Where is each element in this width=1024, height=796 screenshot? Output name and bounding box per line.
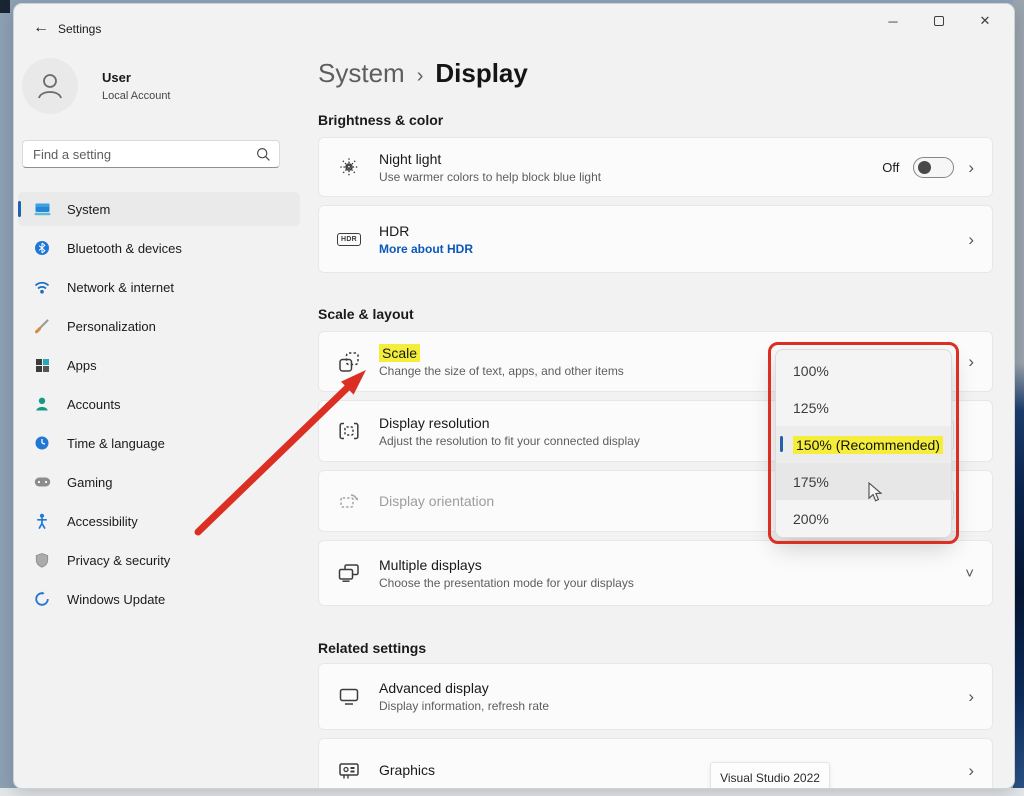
advanced-display-row[interactable]: Advanced display Display information, re… <box>318 663 993 730</box>
sidebar-item-apps[interactable]: Apps <box>18 348 300 382</box>
sidebar-item-accessibility[interactable]: Accessibility <box>18 504 300 538</box>
annotation-red-box <box>768 342 959 544</box>
back-icon: ← <box>33 19 49 37</box>
gaming-icon <box>33 474 51 490</box>
sidebar-item-network[interactable]: Network & internet <box>18 270 300 304</box>
row-description: Choose the presentation mode for your di… <box>379 576 634 590</box>
sidebar-item-label: Windows Update <box>67 592 165 607</box>
sidebar-item-personalization[interactable]: Personalization <box>18 309 300 343</box>
row-description: Adjust the resolution to fit your connec… <box>379 434 640 448</box>
toggle-knob <box>918 161 931 174</box>
accessibility-icon <box>33 513 51 529</box>
row-title: Multiple displays <box>379 557 634 573</box>
hdr-icon: HDR <box>337 233 361 246</box>
privacy-icon <box>33 552 51 568</box>
search-box <box>22 140 280 168</box>
breadcrumb-system[interactable]: System <box>318 58 405 89</box>
night-light-toggle[interactable] <box>913 157 954 178</box>
desktop-corner <box>0 0 10 13</box>
section-related-settings: Related settings <box>318 640 426 656</box>
desktop-wallpaper-strip <box>1013 0 1024 790</box>
sidebar-item-gaming[interactable]: Gaming <box>18 465 300 499</box>
sidebar-item-label: Time & language <box>67 436 165 451</box>
sidebar-item-system[interactable]: System <box>18 192 300 226</box>
chevron-right-icon: › <box>968 231 974 248</box>
multiple-displays-row[interactable]: Multiple displays Choose the presentatio… <box>318 540 993 606</box>
scale-icon <box>337 351 361 373</box>
search-input[interactable] <box>33 141 248 167</box>
user-name: User <box>102 70 131 85</box>
back-button[interactable]: ← <box>28 16 54 40</box>
sidebar-item-time-language[interactable]: Time & language <box>18 426 300 460</box>
avatar[interactable] <box>22 58 78 114</box>
multiple-displays-icon <box>337 563 361 583</box>
sidebar-item-accounts[interactable]: Accounts <box>18 387 300 421</box>
hdr-row[interactable]: HDR HDR More about HDR › <box>318 205 993 273</box>
chevron-right-icon: › <box>968 762 974 779</box>
toggle-state-label: Off <box>882 160 899 175</box>
accounts-icon <box>33 396 51 412</box>
breadcrumb: System › Display <box>318 58 528 89</box>
system-icon <box>33 201 51 217</box>
sidebar-item-label: Accounts <box>67 397 120 412</box>
sidebar-item-label: System <box>67 202 110 217</box>
personalization-icon <box>33 318 51 334</box>
settings-window: ← Settings ─ ✕ User Local Account System <box>14 4 1014 788</box>
advanced-display-icon <box>337 687 361 706</box>
person-icon <box>33 69 67 103</box>
taskbar-tooltip: Visual Studio 2022 <box>710 762 830 788</box>
sidebar-item-label: Network & internet <box>67 280 174 295</box>
display-orientation-icon <box>337 490 361 512</box>
row-description: Use warmer colors to help block blue lig… <box>379 170 601 184</box>
row-title: Graphics <box>379 762 435 778</box>
sidebar-item-bluetooth[interactable]: Bluetooth & devices <box>18 231 300 265</box>
row-description: Change the size of text, apps, and other… <box>379 364 624 378</box>
sidebar-item-label: Bluetooth & devices <box>67 241 182 256</box>
taskbar-edge <box>0 788 1024 796</box>
row-title: HDR <box>379 223 473 239</box>
chevron-right-icon: › <box>968 688 974 705</box>
search-icon <box>256 147 271 162</box>
row-title: Advanced display <box>379 680 549 696</box>
bluetooth-icon <box>33 240 51 256</box>
chevron-right-icon: › <box>968 159 974 176</box>
section-brightness-color: Brightness & color <box>318 112 443 128</box>
network-icon <box>33 279 51 295</box>
sidebar-item-label: Apps <box>67 358 97 373</box>
section-scale-layout: Scale & layout <box>318 306 414 322</box>
graphics-icon <box>337 761 361 780</box>
sidebar-item-label: Privacy & security <box>67 553 170 568</box>
night-light-icon <box>337 156 361 178</box>
row-title: Display orientation <box>379 493 494 509</box>
row-title-highlighted: Scale <box>379 344 420 362</box>
window-title: Settings <box>58 22 101 36</box>
sidebar-item-label: Gaming <box>67 475 113 490</box>
graphics-row[interactable]: Graphics › <box>318 738 993 788</box>
sidebar-item-windows-update[interactable]: Windows Update <box>18 582 300 616</box>
breadcrumb-separator-icon: › <box>417 65 424 88</box>
sidebar-item-label: Accessibility <box>67 514 138 529</box>
apps-icon <box>33 357 51 373</box>
sidebar-item-label: Personalization <box>67 319 156 334</box>
hdr-more-link[interactable]: More about HDR <box>379 242 473 256</box>
user-subtitle: Local Account <box>102 90 171 102</box>
sidebar-nav: System Bluetooth & devices Network & int… <box>18 192 300 621</box>
time-language-icon <box>33 435 51 451</box>
mouse-cursor-icon <box>868 482 883 503</box>
row-description: Display information, refresh rate <box>379 699 549 713</box>
page-title: Display <box>435 58 528 89</box>
display-resolution-icon <box>337 420 361 442</box>
sidebar-item-privacy[interactable]: Privacy & security <box>18 543 300 577</box>
chevron-right-icon: › <box>968 353 974 370</box>
chevron-down-icon: ˅ <box>965 566 974 581</box>
row-title: Display resolution <box>379 415 640 431</box>
row-title: Night light <box>379 151 601 167</box>
windows-update-icon <box>33 591 51 607</box>
night-light-row[interactable]: Night light Use warmer colors to help bl… <box>318 137 993 197</box>
